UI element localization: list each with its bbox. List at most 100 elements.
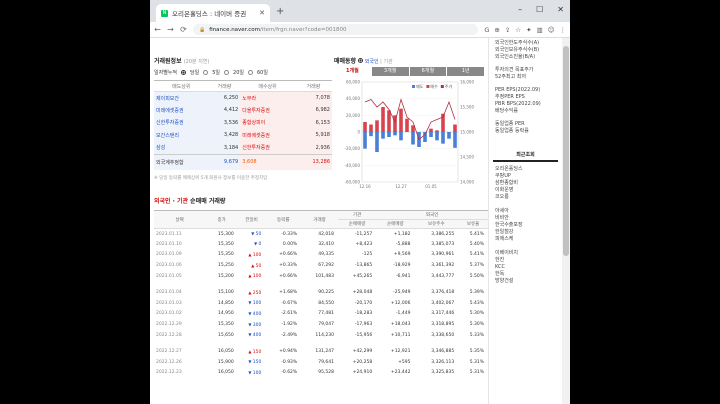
filter-inst[interactable]: 기관	[383, 59, 392, 65]
broker-buy-name[interactable]: 종합상피이	[240, 116, 295, 129]
filter-foreign[interactable]: 외국인	[365, 59, 379, 65]
broker-sell-name[interactable]: 삼성	[154, 141, 209, 154]
recent-stock-link[interactable]	[495, 243, 562, 250]
chart-bar-sell	[453, 132, 457, 148]
tab-6m[interactable]: 6개월	[408, 67, 447, 76]
broker-sell-name[interactable]: 모간스탠리	[154, 129, 209, 142]
chart-bar-sell	[429, 132, 433, 137]
recent-stock-link[interactable]: 한일철강	[495, 229, 562, 236]
table-row: 2022.12.26 15,900 ▼ 150 -0.93% 79,641 +20,258…	[154, 357, 488, 368]
trades-title-foreign: 외국인	[154, 198, 171, 205]
change-value: 100	[252, 301, 262, 307]
recent-stock-link[interactable]: 쿠팡UP	[495, 173, 562, 180]
recent-stock-link[interactable]: 한독	[495, 271, 562, 278]
radio-today[interactable]	[181, 70, 187, 75]
cell-close: 15,200	[218, 273, 234, 279]
broker-sell-name[interactable]: 제이피모간	[154, 91, 209, 104]
radio-5d[interactable]	[203, 70, 209, 75]
radio-foreign[interactable]	[358, 58, 364, 63]
chart-bar-sell	[447, 132, 451, 139]
cell-holdings: 3,376,418	[431, 290, 455, 296]
cell-close: 15,300	[218, 231, 234, 237]
cell-date: 2023.01.06	[156, 263, 182, 269]
cell-volume: 114,230	[315, 332, 334, 338]
chart-title-row: 매매동향 외국인 | 기관	[334, 56, 484, 65]
trade-chart: 60,000 40,000 20,000 0 -20,000 -40,000 -60,000…	[345, 80, 475, 190]
reload-icon[interactable]: ⟳	[180, 25, 187, 34]
close-window-button[interactable]: ✕	[557, 5, 564, 14]
tab-1y[interactable]: 1년	[446, 67, 484, 76]
recent-stock-link[interactable]: 한진	[495, 257, 562, 264]
close-tab-icon[interactable]: ✕	[259, 9, 265, 17]
recent-stock-link[interactable]: 이베이비치	[495, 250, 562, 257]
broker-sell-name[interactable]: 미래에셋증권	[154, 104, 209, 117]
profile-avatar-icon[interactable]: ☺	[548, 26, 555, 34]
recent-stock-link[interactable]: 삼환종합비	[495, 180, 562, 187]
back-icon[interactable]: ←	[154, 25, 161, 34]
recent-stock-link[interactable]: 오리온홀딩스	[495, 166, 562, 173]
trades-table: 날짜 종가 전일비 등락률 거래량 기관 외국인 순매매량 순매매량 보유주수	[154, 210, 488, 378]
period-20d[interactable]: 20일	[233, 69, 244, 76]
url-field[interactable]: 🔒 finance.naver.com /item/frgn.naver?cod…	[193, 24, 479, 35]
cell-close: 15,350	[218, 252, 234, 258]
recent-stock-link[interactable]: 아세아	[495, 208, 562, 215]
chart-left-tick: -20,000	[345, 146, 361, 151]
broker-buy-name[interactable]: 미래에셋증권	[240, 129, 295, 142]
table-row: 2023.01.04 15,100 ▲ 250 +1.68% 90,225 +28,048…	[154, 287, 488, 298]
recent-stock-link[interactable]	[495, 201, 562, 208]
recent-stock-link[interactable]: 방양건설	[495, 278, 562, 285]
url-domain: finance.naver.com	[209, 26, 260, 33]
minimize-button[interactable]: –	[518, 5, 522, 14]
period-5d[interactable]: 5일	[212, 69, 220, 76]
broker-buy-name[interactable]: 신한투자증권	[240, 141, 295, 154]
tab-3m[interactable]: 3개월	[370, 67, 409, 76]
maximize-button[interactable]: ☐	[536, 5, 543, 14]
cell-inst-net: +24,910	[352, 370, 373, 376]
sidepanel-icon[interactable]: ▥	[537, 26, 543, 34]
foreign-limit-list: 외국인한도주식수(A) 외국인보유주식수(B) 외국인소진율(B/A)	[489, 40, 562, 61]
period-60d[interactable]: 60일	[257, 69, 268, 76]
google-icon[interactable]: G	[484, 26, 489, 34]
cell-change: ▼ 400	[238, 330, 266, 341]
legend-label: 주가	[445, 83, 453, 89]
cell-inst-net: -13,865	[354, 263, 373, 269]
radio-20d[interactable]	[224, 70, 230, 75]
lock-icon: 🔒	[199, 26, 206, 33]
new-tab-button[interactable]: +	[276, 6, 284, 18]
period-label: 일자별누적	[154, 70, 178, 76]
broker-sell-name[interactable]: 신한투자증권	[154, 116, 209, 129]
recent-stock-link[interactable]: KCC	[495, 264, 562, 271]
recent-stock-link[interactable]: 피에스케	[495, 236, 562, 243]
chart-left-tick: 60,000	[346, 80, 360, 85]
cell-frgn-net: -1,449	[395, 311, 411, 317]
tab-1m[interactable]: 1개월	[334, 67, 371, 76]
broker-buy-name[interactable]: 다올투자증권	[240, 104, 295, 117]
radio-60d[interactable]	[247, 70, 253, 75]
scrollbar[interactable]	[562, 38, 570, 404]
recent-stock-link[interactable]: 비비안	[495, 215, 562, 222]
menu-icon[interactable]: ⋮	[560, 26, 567, 34]
sidebar-sector-label: 동일업종 등락률	[495, 128, 529, 134]
scrollbar-thumb[interactable]	[563, 46, 569, 256]
forward-icon[interactable]: →	[167, 25, 174, 34]
broker-buy-name[interactable]: 노무라	[240, 91, 295, 104]
cell-date: 2023.01.02	[156, 311, 182, 317]
chart-bar-buy	[429, 128, 433, 132]
broker-sell-vol: 3,428	[208, 129, 241, 142]
col-sell-vol: 거래량	[208, 80, 241, 92]
extensions-icon[interactable]: ✦	[526, 26, 531, 34]
sidebar-per-label: PBR BPS(2022.09)	[495, 101, 541, 107]
browser-tab[interactable]: N 오리온홀딩스 : 네이버 증권 ✕	[156, 4, 270, 22]
chart-bar-sell	[393, 132, 397, 136]
cell-holdings: 3,386,255	[431, 231, 455, 237]
share-icon[interactable]: ⇪	[505, 26, 510, 34]
period-today[interactable]: 당일	[190, 69, 199, 76]
bookmark-star-icon[interactable]: ☆	[515, 26, 521, 34]
recent-stock-link[interactable]: 코오롱	[495, 194, 562, 201]
recent-stock-link[interactable]: 이화운영	[495, 187, 562, 194]
zoom-icon[interactable]: ⊕	[494, 26, 499, 34]
recent-stock-link[interactable]: 한국수출포장	[495, 222, 562, 229]
cell-frgn-net: -25,949	[393, 290, 411, 296]
cell-ratio: 5.40%	[469, 241, 484, 247]
cell-volume: 84,550	[318, 300, 334, 306]
